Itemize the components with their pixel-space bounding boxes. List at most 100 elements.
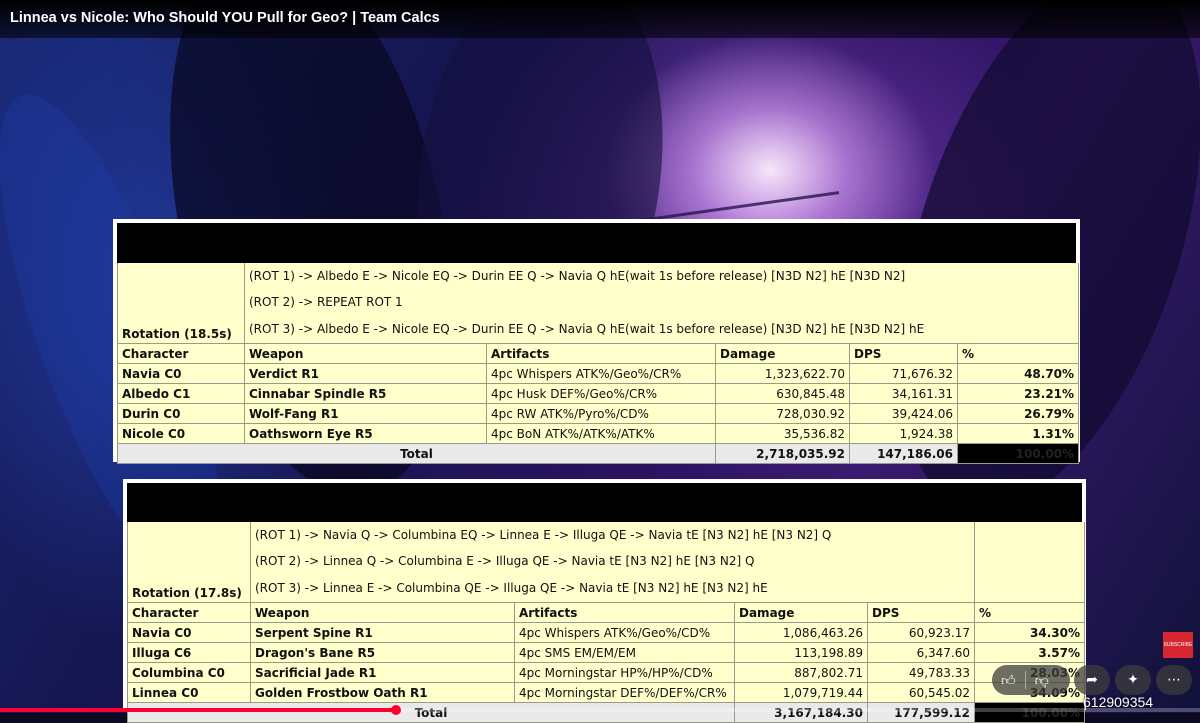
action-bar: 👍︎ 👎︎ ➦ ✦ ⋯: [992, 665, 1200, 695]
more-horizontal-icon[interactable]: ⋯: [1156, 665, 1192, 695]
dps-cell: 1,924.38: [849, 423, 958, 444]
artifacts-cell: 4pc RW ATK%/Pyro%/CD%: [486, 403, 716, 424]
column-header: Character: [127, 602, 251, 623]
rotation-line: (ROT 3) -> Albedo E -> Nicole EQ -> Duri…: [243, 315, 1080, 344]
table-row: Illuga C6 Dragon's Bane R5 4pc SMS EM/EM…: [127, 642, 1085, 663]
team-calc-table-2: (ROT 1) -> Navia Q -> Columbina EQ -> Li…: [127, 522, 1085, 723]
artifacts-cell: 4pc Whispers ATK%/Geo%/CD%: [514, 622, 735, 643]
team-calc-panel-1: (ROT 1) -> Albedo E -> Nicole EQ -> Duri…: [113, 219, 1080, 464]
dps-cell: 60,923.17: [867, 622, 975, 643]
column-header: Artifacts: [514, 602, 735, 623]
damage-cell: 887,802.71: [734, 662, 868, 683]
percent-cell: 34.30%: [974, 622, 1085, 643]
column-header: DPS: [867, 602, 975, 623]
artifacts-cell: 4pc Morningstar DEF%/DEF%/CR%: [514, 682, 735, 703]
column-header: Artifacts: [486, 343, 716, 364]
character-cell: Nicole C0: [117, 423, 245, 444]
background-art: [640, 191, 840, 222]
rotation-label: Rotation (18.5s): [117, 315, 245, 344]
progress-fill: [0, 708, 396, 712]
character-cell: Durin C0: [117, 403, 245, 424]
dps-cell: 49,783.33: [867, 662, 975, 683]
character-cell: Illuga C6: [127, 642, 251, 663]
rotation-line: (ROT 1) -> Navia Q -> Columbina EQ -> Li…: [250, 522, 975, 548]
thumbs-down-icon[interactable]: 👎︎: [1026, 672, 1058, 689]
artifacts-cell: 4pc BoN ATK%/ATK%/ATK%: [486, 423, 716, 444]
percent-cell: 26.79%: [956, 403, 1080, 424]
rotation-label-cell: [117, 289, 245, 315]
rotation-line: (ROT 1) -> Albedo E -> Nicole EQ -> Duri…: [243, 263, 1080, 289]
column-header: %: [956, 343, 1080, 364]
artifacts-cell: 4pc SMS EM/EM/EM: [514, 642, 735, 663]
like-dislike-pill: 👍︎ 👎︎: [992, 665, 1070, 695]
table-row: Columbina C0 Sacrificial Jade R1 4pc Mor…: [127, 662, 1085, 683]
panel-header-bar: [117, 223, 1076, 263]
thumbs-up-icon[interactable]: 👍︎: [992, 672, 1025, 689]
rotation-line: (ROT 3) -> Linnea E -> Columbina QE -> I…: [250, 574, 975, 603]
column-header: Character: [117, 343, 245, 364]
table-row: Navia C0 Serpent Spine R1 4pc Whispers A…: [127, 622, 1085, 643]
rotation-line: (ROT 2) -> REPEAT ROT 1: [243, 289, 1080, 315]
artifacts-cell: 4pc Morningstar HP%/HP%/CD%: [514, 662, 735, 683]
column-header: Damage: [734, 602, 868, 623]
rotation-label-cell: [127, 548, 251, 574]
table-row: Nicole C0 Oathsworn Eye R5 4pc BoN ATK%/…: [117, 423, 1080, 444]
column-header: Damage: [715, 343, 850, 364]
artifacts-cell: 4pc Husk DEF%/Geo%/CR%: [486, 383, 716, 404]
column-header: Weapon: [244, 343, 487, 364]
character-cell: Navia C0: [127, 622, 251, 643]
total-damage: 2,718,035.92: [715, 443, 850, 464]
rotation-label-cell: [117, 263, 245, 289]
subscribe-badge[interactable]: SUBSCRIBE: [1163, 632, 1193, 658]
dps-cell: 71,676.32: [849, 363, 958, 384]
progress-bar[interactable]: [0, 705, 1200, 715]
rotation-label-cell: [127, 522, 251, 548]
total-dps: 147,186.06: [849, 443, 958, 464]
damage-cell: 1,079,719.44: [734, 682, 868, 703]
column-header: DPS: [849, 343, 958, 364]
character-cell: Linnea C0: [127, 682, 251, 703]
table-row: Navia C0 Verdict R1 4pc Whispers ATK%/Ge…: [117, 363, 1080, 384]
total-row: Total 2,718,035.92 147,186.06 100.00%: [117, 443, 1080, 464]
rotation-extra-cell: [974, 548, 1085, 574]
character-cell: Navia C0: [117, 363, 245, 384]
progress-scrubber[interactable]: [391, 705, 401, 715]
weapon-cell: Verdict R1: [244, 363, 487, 384]
character-cell: Columbina C0: [127, 662, 251, 683]
damage-cell: 728,030.92: [715, 403, 850, 424]
artifacts-cell: 4pc Whispers ATK%/Geo%/CR%: [486, 363, 716, 384]
percent-cell: 1.31%: [956, 423, 1080, 444]
weapon-cell: Wolf-Fang R1: [244, 403, 487, 424]
weapon-cell: Cinnabar Spindle R5: [244, 383, 487, 404]
table-header-row: Character Weapon Artifacts Damage DPS %: [117, 343, 1080, 364]
character-cell: Albedo C1: [117, 383, 245, 404]
dps-cell: 6,347.60: [867, 642, 975, 663]
panel-header-bar: [127, 483, 1082, 522]
damage-cell: 113,198.89: [734, 642, 868, 663]
share-arrow-icon[interactable]: ➦: [1074, 665, 1110, 695]
weapon-cell: Serpent Spine R1: [250, 622, 515, 643]
table-row: Linnea C0 Golden Frostbow Oath R1 4pc Mo…: [127, 682, 1085, 703]
damage-cell: 1,323,622.70: [715, 363, 850, 384]
dps-cell: 60,545.02: [867, 682, 975, 703]
video-title[interactable]: Linnea vs Nicole: Who Should YOU Pull fo…: [10, 10, 440, 26]
damage-cell: 35,536.82: [715, 423, 850, 444]
rotation-extra-cell: [974, 574, 1085, 603]
percent-cell: 23.21%: [956, 383, 1080, 404]
rotation-line: (ROT 2) -> Linnea Q -> Columbina E -> Il…: [250, 548, 975, 574]
table-row: Durin C0 Wolf-Fang R1 4pc RW ATK%/Pyro%/…: [117, 403, 1080, 424]
weapon-cell: Sacrificial Jade R1: [250, 662, 515, 683]
dps-cell: 34,161.31: [849, 383, 958, 404]
team-calc-table-1: (ROT 1) -> Albedo E -> Nicole EQ -> Duri…: [117, 263, 1080, 464]
rotation-extra-cell: [974, 522, 1085, 548]
table-header-row: Character Weapon Artifacts Damage DPS %: [127, 602, 1085, 623]
column-header: Weapon: [250, 602, 515, 623]
video-title-bar: Linnea vs Nicole: Who Should YOU Pull fo…: [0, 0, 1200, 38]
sparkle-icon[interactable]: ✦: [1115, 665, 1151, 695]
total-label: Total: [117, 443, 716, 464]
dps-cell: 39,424.06: [849, 403, 958, 424]
percent-cell: 3.57%: [974, 642, 1085, 663]
total-percent: 100.00%: [956, 443, 1080, 464]
table-row: Albedo C1 Cinnabar Spindle R5 4pc Husk D…: [117, 383, 1080, 404]
damage-cell: 630,845.48: [715, 383, 850, 404]
